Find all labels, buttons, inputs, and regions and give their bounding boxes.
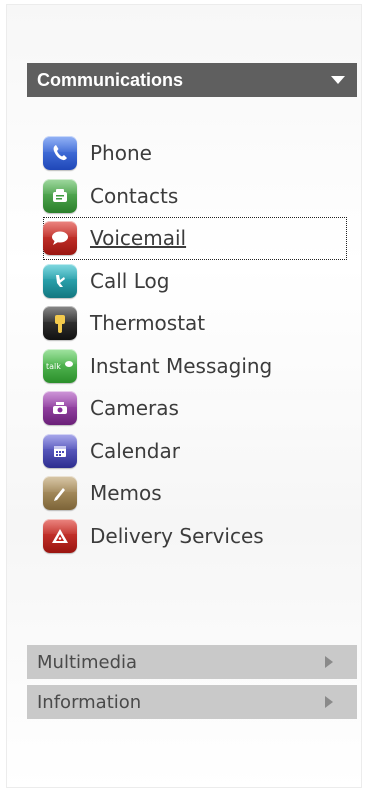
- contacts-icon: [43, 178, 77, 213]
- call-log-icon: [43, 263, 77, 298]
- nav-item-memos[interactable]: Memos: [43, 472, 363, 515]
- chevron-right-icon: [325, 696, 333, 708]
- chevron-down-icon: [331, 76, 345, 84]
- communications-title: Communications: [37, 69, 184, 90]
- nav-item-contacts[interactable]: Contacts: [43, 175, 363, 218]
- talk-badge: talk: [46, 362, 61, 371]
- nav-item-label: Delivery Services: [90, 523, 264, 548]
- nav-item-label: Phone: [90, 141, 152, 166]
- memo-icon: [43, 476, 77, 511]
- chevron-right-icon: [325, 656, 333, 668]
- multimedia-header[interactable]: Multimedia: [27, 645, 357, 679]
- nav-item-calendar[interactable]: Calendar: [43, 430, 363, 473]
- talk-icon: talk: [43, 348, 77, 383]
- information-header[interactable]: Information: [27, 685, 357, 719]
- camera-icon: [43, 391, 77, 426]
- nav-item-call-log[interactable]: Call Log: [43, 260, 363, 303]
- voicemail-icon: [43, 221, 77, 256]
- information-title: Information: [37, 691, 142, 713]
- nav-item-cameras[interactable]: Cameras: [43, 387, 363, 430]
- phone-icon: [43, 136, 77, 171]
- nav-item-label: Contacts: [90, 183, 179, 208]
- nav-item-label: Calendar: [90, 438, 180, 463]
- calendar-icon: [43, 433, 77, 468]
- communications-list: Phone Contacts Voicemail Call Log Thermo…: [43, 132, 363, 557]
- nav-item-instant-messaging[interactable]: talk Instant Messaging: [43, 345, 363, 388]
- sidebar-panel: Communications Phone Contacts Voicemail: [6, 4, 362, 788]
- nav-item-delivery-services[interactable]: Delivery Services: [43, 515, 363, 558]
- nav-item-voicemail[interactable]: Voicemail: [43, 217, 347, 260]
- nav-item-phone[interactable]: Phone: [43, 132, 363, 175]
- nav-item-thermostat[interactable]: Thermostat: [43, 302, 363, 345]
- nav-item-label: Thermostat: [90, 311, 206, 336]
- multimedia-title: Multimedia: [37, 651, 138, 673]
- communications-header[interactable]: Communications: [27, 63, 357, 97]
- nav-item-label: Instant Messaging: [90, 353, 273, 378]
- nav-item-label: Cameras: [90, 396, 179, 421]
- thermostat-icon: [43, 306, 77, 341]
- delivery-icon: [43, 518, 77, 553]
- nav-item-label: Memos: [90, 481, 162, 506]
- nav-item-label: Voicemail: [90, 226, 187, 251]
- nav-item-label: Call Log: [90, 268, 170, 293]
